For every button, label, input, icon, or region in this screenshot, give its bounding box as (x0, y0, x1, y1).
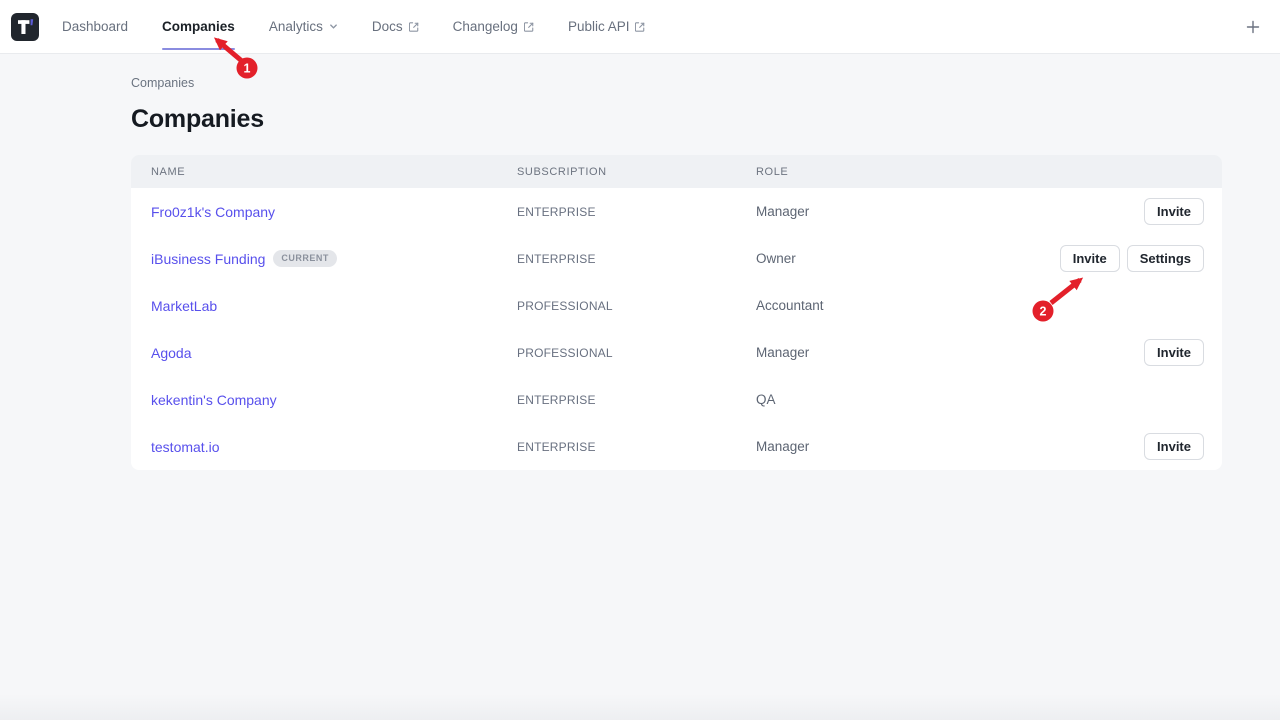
column-header-role: ROLE (756, 166, 1222, 178)
invite-button[interactable]: Invite (1144, 339, 1204, 366)
nav-item-dashboard[interactable]: Dashboard (45, 0, 145, 53)
nav-item-public-api[interactable]: Public API (551, 0, 663, 53)
page-content: Companies Companies NAME SUBSCRIPTION RO… (0, 54, 1280, 470)
company-name-cell: Agoda (131, 345, 517, 361)
subscription-value: PROFESSIONAL (517, 299, 756, 313)
plus-icon (1246, 20, 1260, 34)
current-badge: CURRENT (273, 250, 337, 267)
invite-button[interactable]: Invite (1060, 245, 1120, 272)
nav-item-label: Changelog (453, 19, 518, 34)
external-link-icon (635, 22, 645, 32)
role-value: Accountant (756, 298, 1204, 313)
nav-item-analytics[interactable]: Analytics (252, 0, 355, 53)
table-row: kekentin's Company ENTERPRISE QA (131, 376, 1222, 423)
company-link[interactable]: kekentin's Company (151, 392, 277, 408)
company-link[interactable]: Agoda (151, 345, 191, 361)
row-actions: Invite Settings (1060, 245, 1222, 272)
external-link-icon (524, 22, 534, 32)
table-body: Fro0z1k's Company ENTERPRISE Manager Inv… (131, 188, 1222, 470)
subscription-value: ENTERPRISE (517, 393, 756, 407)
table-row: testomat.io ENTERPRISE Manager Invite (131, 423, 1222, 470)
companies-table: NAME SUBSCRIPTION ROLE Fro0z1k's Company… (131, 155, 1222, 470)
role-value: Owner (756, 251, 1060, 266)
subscription-value: ENTERPRISE (517, 252, 756, 266)
table-header-row: NAME SUBSCRIPTION ROLE (131, 155, 1222, 188)
company-link[interactable]: Fro0z1k's Company (151, 204, 275, 220)
settings-button[interactable]: Settings (1127, 245, 1204, 272)
company-link[interactable]: MarketLab (151, 298, 217, 314)
external-link-icon (409, 22, 419, 32)
chevron-down-icon (329, 22, 338, 31)
company-link[interactable]: testomat.io (151, 439, 219, 455)
company-name-cell: MarketLab (131, 298, 517, 314)
app-logo[interactable] (11, 13, 39, 41)
invite-button[interactable]: Invite (1144, 198, 1204, 225)
row-actions: Invite (1144, 198, 1222, 225)
nav-item-label: Analytics (269, 19, 323, 34)
subscription-value: PROFESSIONAL (517, 346, 756, 360)
subscription-value: ENTERPRISE (517, 440, 756, 454)
column-header-subscription: SUBSCRIPTION (517, 166, 756, 178)
testomat-logo-icon (11, 13, 39, 41)
role-value: QA (756, 392, 1204, 407)
breadcrumb[interactable]: Companies (131, 76, 1280, 90)
nav-item-label: Docs (372, 19, 403, 34)
nav-item-label: Dashboard (62, 19, 128, 34)
add-button[interactable] (1240, 14, 1266, 40)
company-name-cell: Fro0z1k's Company (131, 204, 517, 220)
company-name-cell: kekentin's Company (131, 392, 517, 408)
table-row: iBusiness Funding CURRENT ENTERPRISE Own… (131, 235, 1222, 282)
page-title: Companies (131, 105, 1280, 134)
invite-button[interactable]: Invite (1144, 433, 1204, 460)
table-row: Agoda PROFESSIONAL Manager Invite (131, 329, 1222, 376)
nav-item-companies[interactable]: Companies (145, 0, 252, 53)
nav-items: Dashboard Companies Analytics Docs Chang… (45, 0, 662, 53)
column-header-name: NAME (131, 166, 517, 178)
nav-item-label: Public API (568, 19, 630, 34)
table-row: MarketLab PROFESSIONAL Accountant (131, 282, 1222, 329)
row-actions: Invite (1144, 433, 1222, 460)
company-name-cell: testomat.io (131, 439, 517, 455)
role-value: Manager (756, 345, 1144, 360)
company-name-cell: iBusiness Funding CURRENT (131, 250, 517, 267)
table-row: Fro0z1k's Company ENTERPRISE Manager Inv… (131, 188, 1222, 235)
company-link[interactable]: iBusiness Funding (151, 251, 265, 267)
row-actions: Invite (1144, 339, 1222, 366)
top-navbar: Dashboard Companies Analytics Docs Chang… (0, 0, 1280, 54)
nav-item-label: Companies (162, 19, 235, 34)
nav-item-docs[interactable]: Docs (355, 0, 436, 53)
role-value: Manager (756, 439, 1144, 454)
subscription-value: ENTERPRISE (517, 205, 756, 219)
role-value: Manager (756, 204, 1144, 219)
bottom-gradient (0, 694, 1280, 720)
nav-item-changelog[interactable]: Changelog (436, 0, 551, 53)
